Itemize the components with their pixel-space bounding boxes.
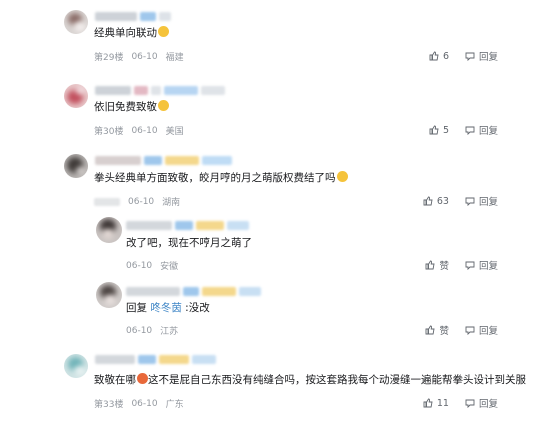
comment-text: 致敬在哪 这不是屁自己东西没有纯缝合吗，按这套路我每个动漫缝一遍能帮拳头设计到关服 xyxy=(94,373,526,386)
reply-meta: 06-10 江苏 xyxy=(126,324,179,338)
comment-date: 06-10 xyxy=(126,325,153,336)
ip-location: 安徽 xyxy=(160,262,179,272)
smile-emoji-icon xyxy=(158,100,169,111)
username[interactable] xyxy=(95,10,171,22)
reply-actions: 赞 回复 xyxy=(425,258,498,272)
avatar[interactable] xyxy=(96,282,122,308)
username[interactable] xyxy=(126,219,249,231)
reply-icon[interactable] xyxy=(465,260,475,270)
reply-text: 改了吧，现在不哼月之萌了 xyxy=(126,237,252,249)
reply-icon[interactable] xyxy=(465,196,475,206)
reply-button[interactable]: 回复 xyxy=(479,258,498,272)
username[interactable] xyxy=(95,353,216,365)
like-count: 6 xyxy=(442,50,449,62)
ip-location: 湖南 xyxy=(162,198,181,208)
ip-location: 江苏 xyxy=(160,327,179,337)
floor-number-blurred xyxy=(94,197,120,206)
smile-emoji-icon xyxy=(336,171,348,182)
avatar[interactable] xyxy=(64,10,88,34)
reply-icon[interactable] xyxy=(465,51,475,61)
ip-location: 福建 xyxy=(165,53,184,63)
avatar[interactable] xyxy=(64,154,88,178)
like-count: 63 xyxy=(436,195,449,207)
mentioned-user-link[interactable]: 咚冬茵 xyxy=(150,302,182,314)
comment-meta: 06-10 湖南 xyxy=(94,195,180,208)
comment-meta: 第29楼 06-10 福建 xyxy=(94,50,184,64)
smile-emoji-icon xyxy=(158,26,169,37)
like-icon[interactable] xyxy=(429,125,439,135)
like-icon[interactable] xyxy=(425,325,436,335)
like-icon[interactable] xyxy=(425,260,436,270)
floor-number: 第33楼 xyxy=(94,400,124,410)
comment-date: 06-10 xyxy=(131,51,158,62)
comment-actions: 5 回复 xyxy=(429,123,498,137)
like-count: 11 xyxy=(436,397,449,409)
emoji-icon xyxy=(137,373,148,384)
comment-meta: 第33楼 06-10 广东 xyxy=(94,397,184,411)
comment-text: 拳头经典单方面致敬，皎月哼的月之萌版权费结了吗 xyxy=(94,171,348,185)
reply-button[interactable]: 回复 xyxy=(479,194,498,208)
floor-number: 第29楼 xyxy=(94,53,124,63)
reply-text: 回复 咚冬茵 :没改 xyxy=(126,302,210,314)
username[interactable] xyxy=(95,84,225,96)
floor-number: 第30楼 xyxy=(94,127,124,137)
reply-meta: 06-10 安徽 xyxy=(126,259,179,273)
like-count: 5 xyxy=(442,124,449,136)
comment-date: 06-10 xyxy=(131,125,158,136)
comment-meta: 第30楼 06-10 美国 xyxy=(94,124,184,138)
comment-actions: 63 回复 xyxy=(423,194,498,208)
reply-icon[interactable] xyxy=(465,325,475,335)
reply-button[interactable]: 回复 xyxy=(479,123,498,137)
reply-button[interactable]: 回复 xyxy=(479,396,498,410)
avatar[interactable] xyxy=(64,84,88,108)
reply-button[interactable]: 回复 xyxy=(479,323,498,337)
like-button[interactable]: 赞 xyxy=(439,323,449,337)
like-button[interactable]: 赞 xyxy=(439,258,449,272)
comment-text: 依旧免费致敬 xyxy=(94,100,169,114)
comment-actions: 6 回复 xyxy=(429,49,498,63)
reply-icon[interactable] xyxy=(465,398,475,408)
like-icon[interactable] xyxy=(423,196,433,206)
comment-text: 经典单向联动 xyxy=(94,26,169,40)
like-icon[interactable] xyxy=(423,398,433,408)
username[interactable] xyxy=(95,154,232,166)
comment-actions: 11 回复 xyxy=(423,396,498,410)
username[interactable] xyxy=(126,285,261,297)
avatar[interactable] xyxy=(64,354,88,378)
ip-location: 广东 xyxy=(165,400,184,410)
comment-date: 06-10 xyxy=(126,260,153,271)
reply-actions: 赞 回复 xyxy=(425,323,498,337)
reply-icon[interactable] xyxy=(465,125,475,135)
comment-date: 06-10 xyxy=(131,398,158,409)
reply-button[interactable]: 回复 xyxy=(479,49,498,63)
ip-location: 美国 xyxy=(165,127,184,137)
comment-date: 06-10 xyxy=(128,196,155,207)
avatar[interactable] xyxy=(96,217,122,243)
like-icon[interactable] xyxy=(429,51,439,61)
